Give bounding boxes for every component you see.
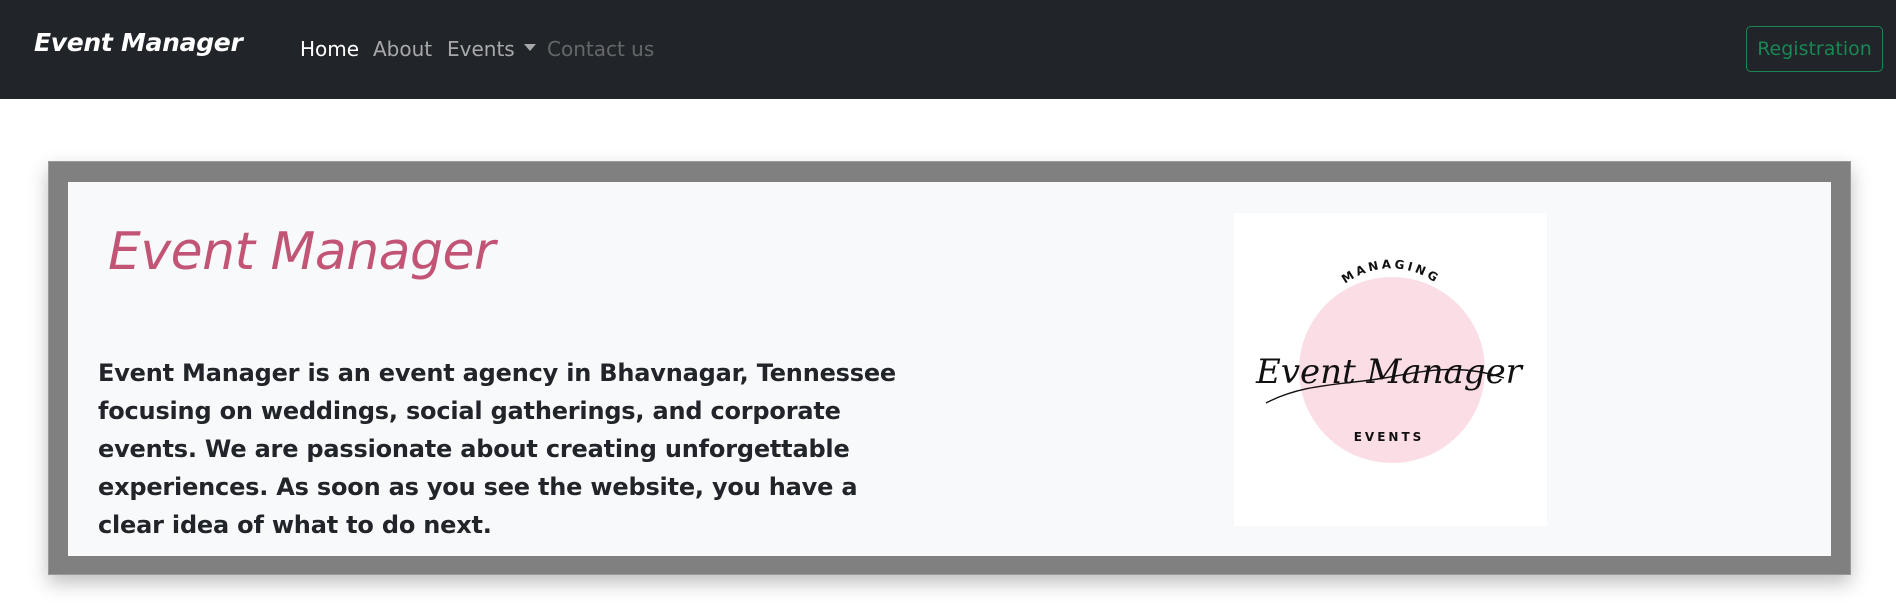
nav-link-about[interactable]: About	[373, 37, 432, 61]
logo-bottom-text: EVENTS	[1354, 430, 1425, 444]
hero-description: Event Manager is an event agency in Bhav…	[98, 359, 896, 539]
nav-link-events-dropdown[interactable]: Events	[447, 37, 536, 61]
top-navbar: Event Manager Home About Events Contact …	[0, 0, 1896, 99]
hero-title: Event Manager	[108, 222, 495, 282]
nav-link-home[interactable]: Home	[300, 37, 359, 61]
event-manager-logo: MANAGING Event Manager EVENTS	[1234, 213, 1547, 526]
nav-link-events-label: Events	[447, 37, 515, 61]
nav-link-contact: Contact us	[547, 37, 655, 61]
navbar-brand[interactable]: Event Manager	[34, 28, 243, 57]
registration-button[interactable]: Registration	[1746, 26, 1883, 72]
chevron-down-icon	[523, 44, 536, 51]
